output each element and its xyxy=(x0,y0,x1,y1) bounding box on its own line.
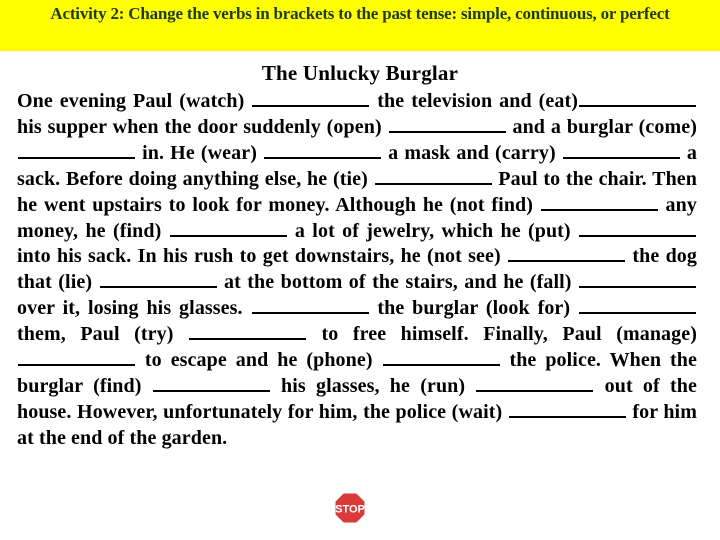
answer-blank[interactable] xyxy=(476,375,594,392)
story-text-segment: at the bottom of the stairs, and he (fal… xyxy=(217,271,578,294)
answer-blank[interactable] xyxy=(18,349,135,367)
story-text-segment: in. He (wear) xyxy=(136,141,264,164)
story-text-segment: them, Paul (try) xyxy=(17,323,188,346)
answer-blank[interactable] xyxy=(169,220,287,237)
answer-blank[interactable] xyxy=(99,271,217,289)
story-text-segment: over it, losing his glasses. xyxy=(17,297,251,320)
story-text-segment: a lot of jewelry, which he (put) xyxy=(287,219,578,242)
stop-sign-label: STOP xyxy=(335,504,365,516)
answer-blank[interactable] xyxy=(579,90,696,107)
answer-blank[interactable] xyxy=(578,220,696,237)
story-text-segment: his supper when the door suddenly (open) xyxy=(17,115,388,138)
story-text-segment: to free himself. Finally, Paul (manage) xyxy=(306,323,697,346)
story-text-segment: his glasses, he (run) xyxy=(270,374,476,397)
answer-blank[interactable] xyxy=(252,90,370,107)
answer-blank[interactable] xyxy=(152,375,270,392)
story-text-segment: to escape and he (phone) xyxy=(136,349,382,372)
story-text-segment: One evening Paul (watch) xyxy=(17,90,252,112)
answer-blank[interactable] xyxy=(18,142,135,159)
story-heading: The Unlucky Burglar xyxy=(261,61,459,85)
answer-blank[interactable] xyxy=(579,297,697,315)
story-text-segment: the television and (eat) xyxy=(370,90,578,112)
stop-sign-icon: STOP xyxy=(334,492,366,524)
story-text-segment: a mask and (carry) xyxy=(382,141,562,164)
answer-blank[interactable] xyxy=(540,194,658,211)
answer-blank[interactable] xyxy=(579,271,696,289)
activity-title: Activity 2: Change the verbs in brackets… xyxy=(50,4,670,23)
story-text-segment: into his sack. In his rush to get downst… xyxy=(17,245,508,268)
answer-blank[interactable] xyxy=(188,323,306,341)
answer-blank[interactable] xyxy=(374,168,492,185)
answer-blank[interactable] xyxy=(508,401,626,418)
title-bar: Activity 2: Change the verbs in brackets… xyxy=(0,0,720,51)
story-paragraph: One evening Paul (watch) the television … xyxy=(17,89,697,452)
story-text-segment: and a burglar (come) xyxy=(506,115,697,138)
answer-blank[interactable] xyxy=(264,142,382,159)
answer-blank[interactable] xyxy=(508,245,626,263)
story-text-segment: the burglar (look for) xyxy=(369,297,579,320)
answer-blank[interactable] xyxy=(388,116,506,133)
answer-blank[interactable] xyxy=(562,142,680,159)
answer-blank[interactable] xyxy=(382,349,500,367)
answer-blank[interactable] xyxy=(251,297,369,315)
